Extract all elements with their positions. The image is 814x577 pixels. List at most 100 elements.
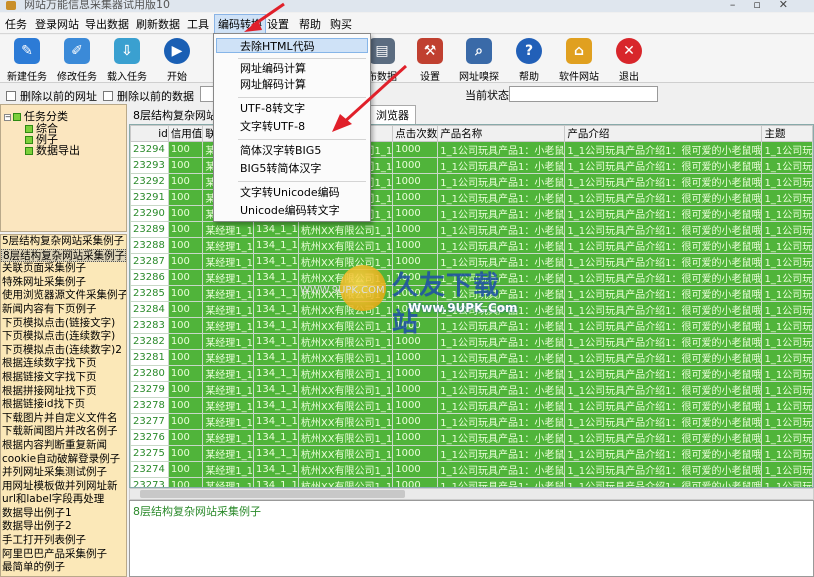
task-list-item[interactable]: 下页模拟点击(链接文字) [1, 317, 126, 331]
table-cell: 100 [167, 173, 204, 190]
load-task-button[interactable]: ⇩ 载入任务 [103, 38, 151, 83]
task-list-item[interactable]: 阿里巴巴产品采集例子 [1, 548, 126, 562]
table-row[interactable]: 23280 100 某经理1_1 134_1_1 杭州XX有限公司1_1 1000 1_1公… [130, 365, 813, 382]
table-row[interactable]: 23275 100 某经理1_1 134_1_1 杭州XX有限公司1_1 1000 1_1公… [130, 445, 813, 462]
table-cell: 某经理1_1 [202, 253, 255, 270]
task-list-item[interactable]: 特殊网址采集例子 [1, 276, 126, 290]
table-cell: 1_1公司玩具产品1：小老鼠 [437, 461, 566, 478]
task-list-item[interactable]: 下载新闻图片并改名例子 [1, 425, 126, 439]
task-list-item[interactable]: 使用浏览器源文件采集例子 [1, 289, 126, 303]
menu-buy[interactable]: 购买 [330, 16, 352, 32]
table-cell: 1_1公司玩具产品1：小老鼠 [437, 429, 566, 446]
table-cell: 23281 [130, 349, 169, 366]
table-cell: 1_1公司玩具产品介绍1：很可爱的小老鼠哦 [564, 205, 763, 222]
task-list-item[interactable]: 根据拼接网址找下页 [1, 385, 126, 399]
exit-button[interactable]: ✕ 退出 [605, 38, 653, 83]
task-list-item[interactable]: 关联页面采集例子 [1, 262, 126, 276]
table-cell: 1_1公司玩具产品1：小老鼠 [437, 205, 566, 222]
task-list-item[interactable]: 并列网址采集测试例子 [1, 466, 126, 480]
delete-prev-data-checkbox[interactable]: 删除以前的数据 [103, 88, 194, 104]
menu-help[interactable]: 帮助 [299, 16, 321, 32]
task-list-item[interactable]: 5层结构复杂网站采集例子 [1, 235, 126, 249]
table-cell: 1_1公司玩 [761, 445, 813, 462]
watermark: 久友下载站 Www.9UPK.Com WWW.9UPK.COM [300, 255, 518, 338]
task-list-item[interactable]: 下载图片并自定义文件名 [1, 412, 126, 426]
status-input[interactable] [509, 86, 658, 102]
table-cell: 1_1公司玩 [761, 349, 813, 366]
table-cell: 1000 [392, 141, 439, 158]
table-cell: 1000 [392, 189, 439, 206]
title-bar: 网站万能信息采集器试用版10 –▫✕ [0, 0, 814, 12]
menu-task[interactable]: 任务 [5, 16, 27, 32]
table-row[interactable]: 23278 100 某经理1_1 134_1_1 杭州XX有限公司1_1 1000 1_1公… [130, 397, 813, 414]
task-list-item[interactable]: 下页模拟点击(连续数字)2 [1, 344, 126, 358]
task-list-item[interactable]: url和label字段再处理 [1, 493, 126, 507]
menu-item-text-to-unicode[interactable]: 文字转Unicode编码 [214, 185, 370, 200]
website-button[interactable]: ⌂ 软件网站 [555, 38, 603, 83]
tree-item-export[interactable]: 数据导出 [25, 142, 80, 158]
collapse-icon[interactable]: − [4, 114, 11, 121]
table-row[interactable]: 23276 100 某经理1_1 134_1_1 杭州XX有限公司1_1 1000 1_1公… [130, 429, 813, 446]
menu-separator [238, 139, 366, 140]
table-cell: 杭州XX有限公司1_1 [297, 349, 394, 366]
table-row[interactable]: 23279 100 某经理1_1 134_1_1 杭州XX有限公司1_1 1000 1_1公… [130, 381, 813, 398]
table-row[interactable]: 23281 100 某经理1_1 134_1_1 杭州XX有限公司1_1 1000 1_1公… [130, 349, 813, 366]
menu-tools[interactable]: 工具 [187, 16, 209, 32]
table-row[interactable]: 23289 100 某经理1_1 134_1_1 杭州XX有限公司1_1 1000 1_1公… [130, 221, 813, 238]
checkbox-box[interactable] [6, 91, 16, 101]
table-cell: 1_1公司玩具产品1：小老鼠 [437, 237, 566, 254]
table-cell: 某经理1_1 [202, 413, 255, 430]
task-list-item[interactable]: cookie自动破解登录例子 [1, 453, 126, 467]
start-button[interactable]: ▶ 开始 [153, 38, 201, 83]
delete-prev-urls-checkbox[interactable]: 删除以前的网址 [6, 88, 97, 104]
settings-button[interactable]: ⚒ 设置 [406, 38, 454, 83]
new-task-button[interactable]: ✎ 新建任务 [3, 38, 51, 83]
task-list-item[interactable]: 根据连续数字找下页 [1, 357, 126, 371]
column-header[interactable]: 产品介绍 [564, 125, 763, 142]
menu-item-strip-html[interactable]: 去除HTML代码 [216, 38, 368, 53]
help-button[interactable]: ? 帮助 [505, 38, 553, 83]
column-header[interactable]: 主题 [761, 125, 813, 142]
menu-item-big5-to-gb[interactable]: BIG5转简体汉字 [214, 161, 370, 176]
task-list-item[interactable]: 根据内容判断重复新闻 [1, 439, 126, 453]
table-cell: 杭州XX有限公司1_1 [297, 413, 394, 430]
table-cell: 23273 [130, 477, 169, 487]
menu-item-unicode-to-text[interactable]: Unicode编码转文字 [214, 203, 370, 218]
settings-label: 设置 [420, 72, 440, 83]
column-header[interactable]: id [130, 125, 169, 142]
task-list-item[interactable]: 8层结构复杂网站采集例子 [1, 248, 126, 263]
task-list-item[interactable]: 手工打开列表例子 [1, 534, 126, 548]
checkbox-box[interactable] [103, 91, 113, 101]
window-controls[interactable]: –▫✕ [730, 0, 806, 11]
column-header[interactable]: 产品名称 [437, 125, 566, 142]
horizontal-scrollbar[interactable] [129, 488, 814, 500]
task-list-item[interactable]: 新闻内容有下页例子 [1, 303, 126, 317]
menu-export[interactable]: 导出数据 [85, 16, 129, 32]
column-header[interactable]: 信用值 [167, 125, 204, 142]
menu-item-gb-to-big5[interactable]: 简体汉字转BIG5 [214, 143, 370, 158]
task-list-item[interactable]: 最简单的例子 [1, 561, 126, 575]
task-list-item[interactable]: 根据链接id找下页 [1, 398, 126, 412]
table-row[interactable]: 23274 100 某经理1_1 134_1_1 杭州XX有限公司1_1 1000 1_1公… [130, 461, 813, 478]
menu-login[interactable]: 登录网站 [35, 16, 79, 32]
task-list-item[interactable]: 数据导出例子2 [1, 520, 126, 534]
table-cell: 1_1公司玩 [761, 365, 813, 382]
task-list-item[interactable]: 数据导出例子1 [1, 507, 126, 521]
task-list-item[interactable]: 用网址模板做并列网址新 [1, 480, 126, 494]
task-list-item[interactable]: 下页模拟点击(连续数字) [1, 330, 126, 344]
table-row[interactable]: 23277 100 某经理1_1 134_1_1 杭州XX有限公司1_1 1000 1_1公… [130, 413, 813, 430]
task-list-item[interactable]: 根据链接文字找下页 [1, 371, 126, 385]
menu-refresh[interactable]: 刷新数据 [136, 16, 180, 32]
table-row[interactable]: 23288 100 某经理1_1 134_1_1 杭州XX有限公司1_1 1000 1_1公… [130, 237, 813, 254]
table-cell: 1_1公司玩具产品介绍1：很可爱的小老鼠哦 [564, 253, 763, 270]
table-cell: 1_1公司玩具产品介绍1：很可爱的小老鼠哦 [564, 285, 763, 302]
new-task-icon: ✎ [14, 38, 40, 64]
edit-task-button[interactable]: ✐ 修改任务 [53, 38, 101, 83]
table-cell: 23274 [130, 461, 169, 478]
scroll-thumb[interactable] [140, 490, 405, 498]
table-cell: 1_1公司玩具产品1：小老鼠 [437, 349, 566, 366]
sniff-button[interactable]: ⌕ 网址嗅探 [455, 38, 503, 83]
table-cell: 100 [167, 285, 204, 302]
table-row[interactable]: 23273 100 某经理1_1 134_1_1 杭州XX有限公司1_1 1000 1_1公… [130, 477, 813, 487]
log-panel: 8层结构复杂网站采集例子 [129, 500, 814, 577]
